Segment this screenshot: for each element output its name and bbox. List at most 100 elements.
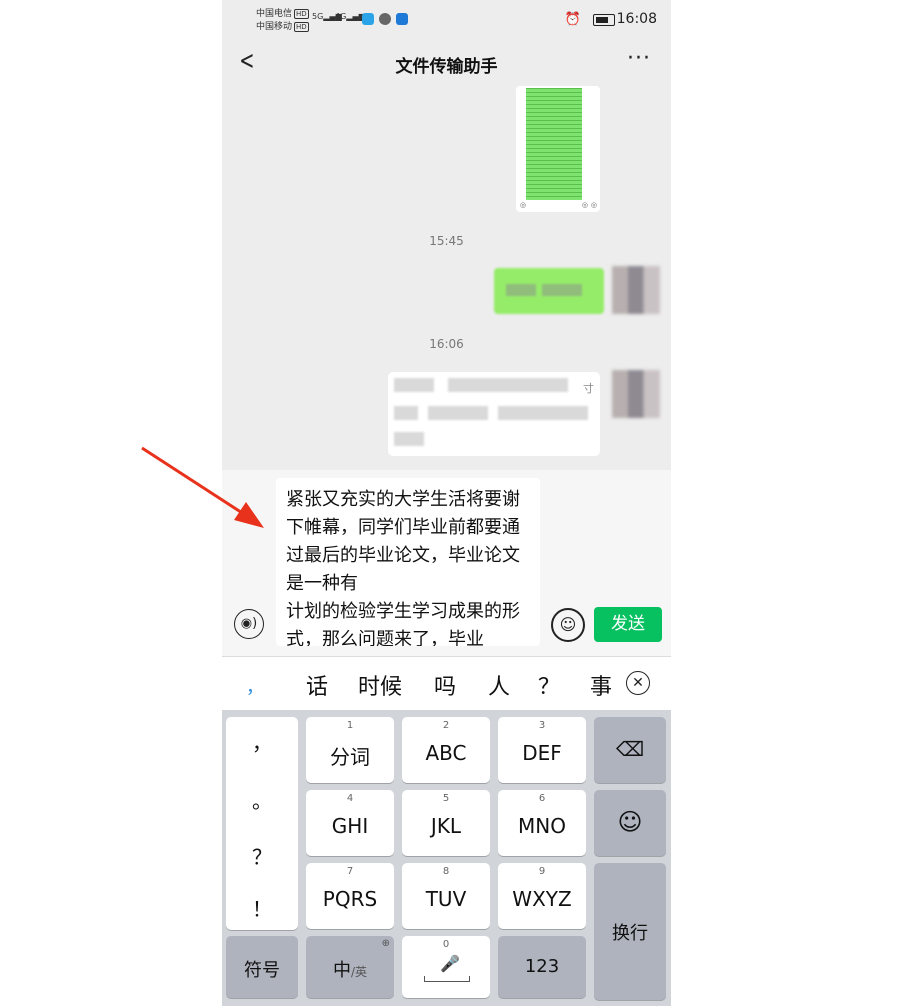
lang-sub: /英 <box>350 965 368 979</box>
carrier-2-label: 中国移动 <box>256 22 293 32</box>
carrier-1: 中国电信 HD <box>256 9 309 19</box>
ime-candidate-bar: ， 话 时候 吗 人 ？ 事 ✕ <box>222 656 671 711</box>
key-9[interactable]: 9 WXYZ <box>498 863 586 929</box>
hd-badge: HD <box>294 22 309 32</box>
punct-exclaim[interactable]: ！ <box>226 893 298 922</box>
symbol-label: 符号 <box>244 960 280 981</box>
avatar[interactable] <box>612 370 660 418</box>
key-label: ABC <box>425 741 467 765</box>
key-5[interactable]: 5 JKL <box>402 790 490 856</box>
blurred-text <box>394 406 418 420</box>
language-switch-key[interactable]: ⊕ 中/英 <box>306 936 394 998</box>
nav-bar: < 文件传输助手 ··· <box>222 40 671 86</box>
microphone-icon: 🎤 <box>440 954 460 973</box>
key-4[interactable]: 4 GHI <box>306 790 394 856</box>
voice-icon[interactable]: ◉) <box>234 609 264 639</box>
emoji-key[interactable]: ☺ <box>594 790 666 856</box>
candidate-item[interactable]: 吗 <box>434 669 456 701</box>
battery-icon <box>593 14 615 26</box>
bulb-app-icon <box>396 13 408 25</box>
message-card-sent[interactable]: 寸 <box>388 372 600 456</box>
lang-main: 中 <box>332 960 351 981</box>
key-number: 5 <box>442 793 450 804</box>
punct-question[interactable]: ？ <box>226 841 298 870</box>
corner-icon: ◎ <box>581 201 588 209</box>
carrier-2: 中国移动 HD <box>256 22 309 32</box>
key-number: 1 <box>346 720 354 731</box>
candidate-comma[interactable]: ， <box>246 673 264 699</box>
document-preview <box>526 88 582 200</box>
key-label: JKL <box>430 814 462 838</box>
message-input[interactable]: 紧张又充实的大学生活将要谢下帷幕，同学们毕业前都要通过最后的毕业论文，毕业论文是… <box>276 478 540 646</box>
key-6[interactable]: 6 MNO <box>498 790 586 856</box>
message-input-text: 紧张又充实的大学生活将要谢下帷幕，同学们毕业前都要通过最后的毕业论文，毕业论文是… <box>286 489 520 646</box>
chat-area[interactable]: ◎ ◎ ◎ 15:45 16:06 寸 <box>222 86 671 470</box>
backspace-key[interactable]: ⌫ <box>594 717 666 783</box>
close-candidates-icon[interactable]: ✕ <box>626 671 650 695</box>
net-5g-label: 5G <box>312 12 324 21</box>
key-number: 6 <box>538 793 546 804</box>
enter-key[interactable]: 换行 <box>594 863 666 1000</box>
key-label: MNO <box>518 814 566 838</box>
candidate-item[interactable]: ？ <box>538 669 560 701</box>
arrow-head <box>234 502 264 528</box>
key-number: 3 <box>538 720 546 731</box>
annotation-arrow <box>141 446 264 528</box>
carrier-1-label: 中国电信 <box>256 9 293 19</box>
send-button[interactable]: 发送 <box>594 607 662 642</box>
key-number: 2 <box>442 720 450 731</box>
punct-period[interactable]: 。 <box>226 785 298 814</box>
symbol-key[interactable]: 符号 <box>226 936 298 998</box>
blurred-text <box>448 378 568 392</box>
arrow-shaft <box>141 446 251 520</box>
key-label: DEF <box>522 741 562 765</box>
status-time: 16:08 <box>616 11 657 27</box>
alarm-icon: ⏰ <box>564 12 581 27</box>
number-label: 123 <box>524 956 560 977</box>
space-key[interactable]: 0 🎤 <box>402 936 490 998</box>
blurred-text <box>498 406 588 420</box>
candidate-item[interactable]: 人 <box>488 669 510 701</box>
key-3[interactable]: 3 DEF <box>498 717 586 783</box>
document-thumbnail[interactable]: ◎ ◎ ◎ <box>516 86 600 212</box>
key-number: 7 <box>346 866 354 877</box>
globe-icon: ⊕ <box>381 938 390 949</box>
card-text: 寸 <box>583 382 594 395</box>
blurred-text <box>428 406 488 420</box>
emoji-icon[interactable]: ☺ <box>551 608 585 642</box>
key-7[interactable]: 7 PQRS <box>306 863 394 929</box>
corner-icon: ◎ <box>590 201 597 209</box>
punctuation-key-column[interactable]: ， 。 ？ ！ <box>226 717 298 930</box>
keyboard: ， 。 ？ ！ 1 分词 2 ABC 3 DEF ⌫ 4 GHI 5 JKL 6… <box>222 710 671 1006</box>
net-4g-label: 4G <box>335 12 347 21</box>
blurred-text <box>394 378 434 392</box>
signal-4g-icon: 4G▂▄▆ <box>335 12 365 21</box>
blurred-text <box>394 432 424 446</box>
blurred-text <box>506 284 536 296</box>
candidate-item[interactable]: 话 <box>306 669 328 701</box>
avatar[interactable] <box>612 266 660 314</box>
candidate-item[interactable]: 事 <box>590 669 612 701</box>
status-bar: 中国电信 HD 中国移动 HD 5G▂▄▆ 4G▂▄▆ ⏰ 16:08 <box>222 0 671 40</box>
key-number: 4 <box>346 793 354 804</box>
key-label: GHI <box>331 814 369 838</box>
message-bubble-sent[interactable] <box>494 268 604 314</box>
key-number: 0 <box>442 939 450 950</box>
key-1[interactable]: 1 分词 <box>306 717 394 783</box>
key-8[interactable]: 8 TUV <box>402 863 490 929</box>
smiley-icon: ☺ <box>617 808 643 836</box>
key-2[interactable]: 2 ABC <box>402 717 490 783</box>
page-title: 文件传输助手 <box>395 57 498 77</box>
language-label: 中/英 <box>306 956 394 982</box>
number-key[interactable]: 123 <box>498 936 586 998</box>
more-icon[interactable]: ··· <box>627 46 651 71</box>
key-label: WXYZ <box>512 887 572 911</box>
candidate-item[interactable]: 时候 <box>358 669 402 701</box>
punct-comma[interactable]: ， <box>226 727 298 756</box>
space-bar-icon <box>424 976 470 982</box>
corner-icon: ◎ <box>520 201 527 209</box>
key-label: PQRS <box>322 887 378 911</box>
key-label: TUV <box>425 887 467 911</box>
key-number: 9 <box>538 866 546 877</box>
enter-label: 换行 <box>612 923 648 944</box>
